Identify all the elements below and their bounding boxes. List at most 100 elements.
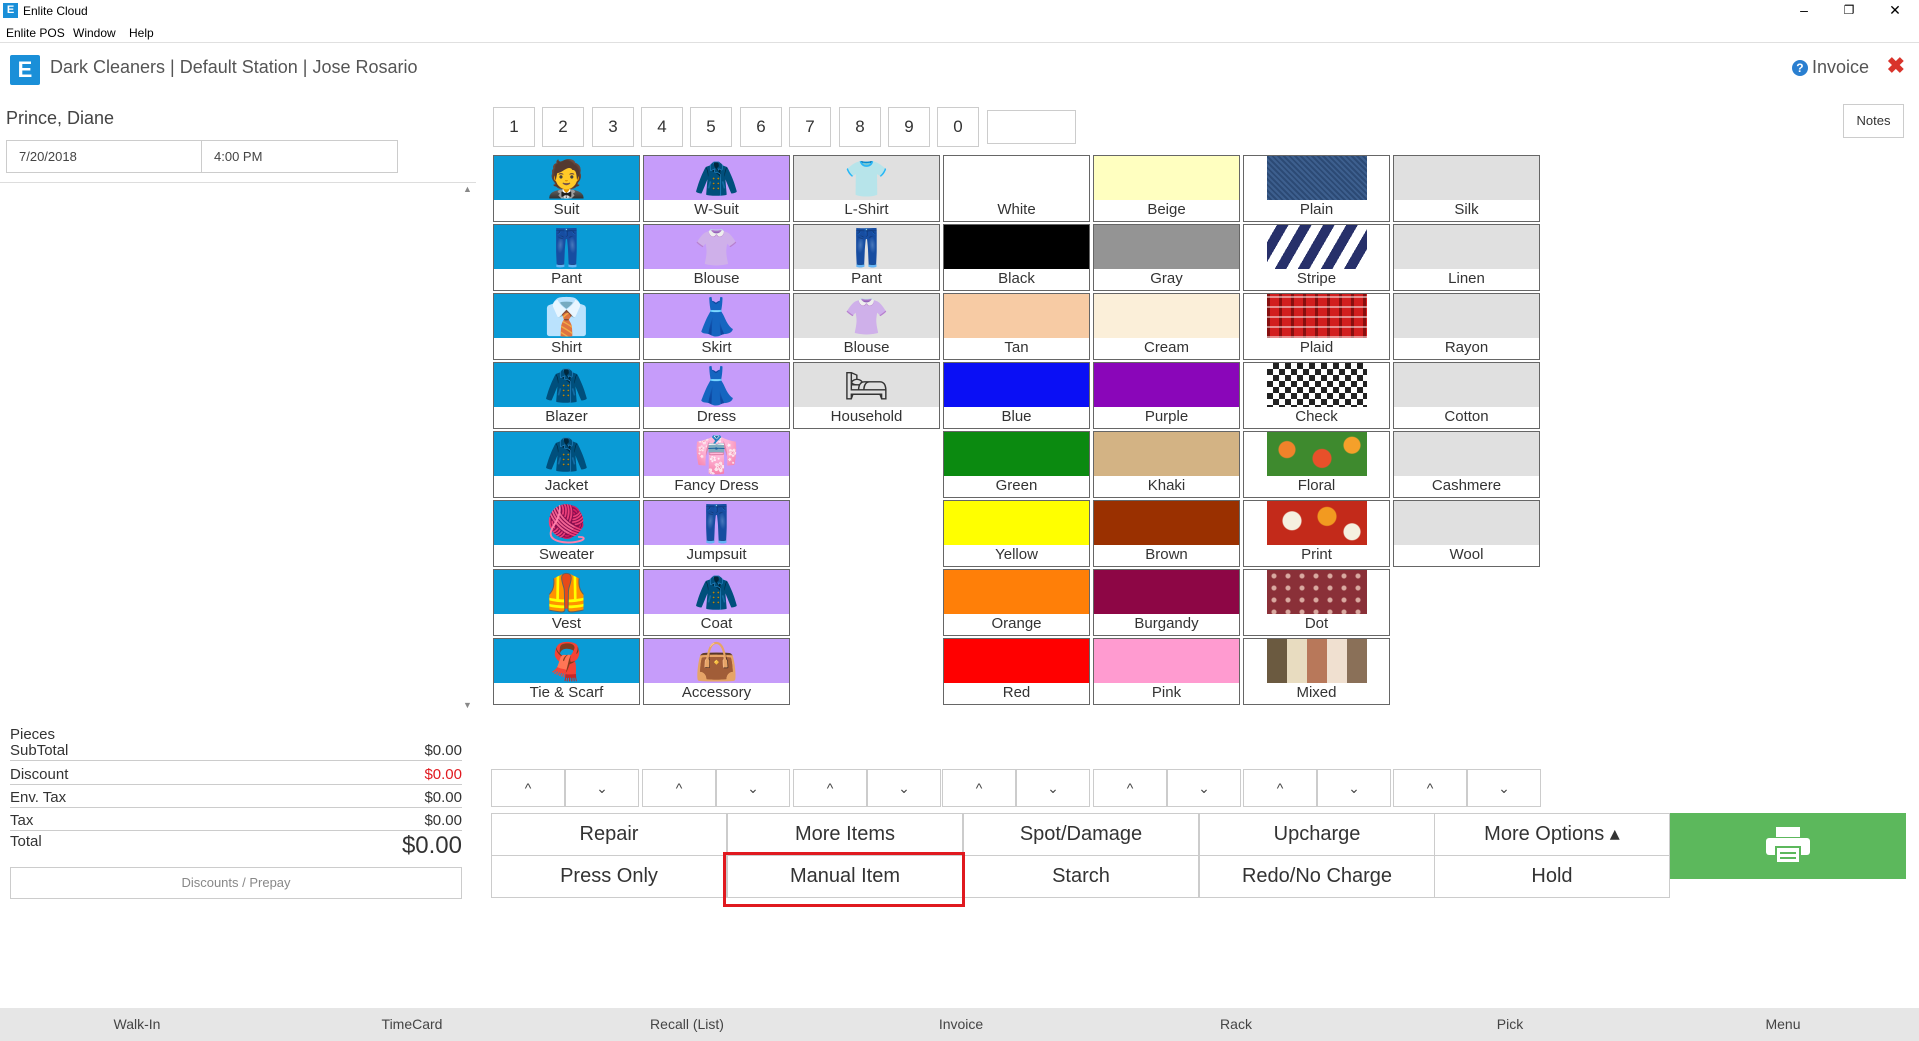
- col6-down-button[interactable]: ⌄: [1317, 769, 1391, 807]
- nav-timecard[interactable]: TimeCard: [342, 1016, 482, 1032]
- color-khaki-tile[interactable]: Khaki: [1093, 431, 1240, 498]
- garment-household-tile[interactable]: 🛏 Household: [793, 362, 940, 429]
- fabric-rayon-tile[interactable]: Rayon: [1393, 293, 1540, 360]
- repair-button[interactable]: Repair: [491, 813, 727, 856]
- key-2[interactable]: 2: [542, 107, 584, 147]
- col5-down-button[interactable]: ⌄: [1167, 769, 1241, 807]
- color-white-tile[interactable]: White: [943, 155, 1090, 222]
- scroll-up-icon[interactable]: ▲: [463, 184, 472, 194]
- color-blue-tile[interactable]: Blue: [943, 362, 1090, 429]
- col6-up-button[interactable]: ^: [1243, 769, 1317, 807]
- due-date-field[interactable]: 7/20/2018: [6, 140, 202, 173]
- garment-w-suit-tile[interactable]: 🧥 W-Suit: [643, 155, 790, 222]
- upcharge-button[interactable]: Upcharge: [1199, 813, 1435, 856]
- ticket-item-list[interactable]: [0, 182, 476, 716]
- list-scrollbar[interactable]: ▲ ▼: [460, 182, 476, 716]
- pattern-floral-tile[interactable]: Floral: [1243, 431, 1390, 498]
- menu-enlite-pos[interactable]: Enlite POS: [6, 26, 65, 40]
- nav-walk-in[interactable]: Walk-In: [67, 1016, 207, 1032]
- fabric-silk-tile[interactable]: Silk: [1393, 155, 1540, 222]
- garment-jumpsuit-tile[interactable]: 👖 Jumpsuit: [643, 500, 790, 567]
- garment-l-shirt-tile[interactable]: 👕 L-Shirt: [793, 155, 940, 222]
- fabric-linen-tile[interactable]: Linen: [1393, 224, 1540, 291]
- nav-rack[interactable]: Rack: [1166, 1016, 1306, 1032]
- nav-pick[interactable]: Pick: [1440, 1016, 1580, 1032]
- col1-up-button[interactable]: ^: [491, 769, 565, 807]
- pattern-check-tile[interactable]: Check: [1243, 362, 1390, 429]
- key-3[interactable]: 3: [592, 107, 634, 147]
- garment-shirt-tile[interactable]: 👔 Shirt: [493, 293, 640, 360]
- garment-tie-scarf-tile[interactable]: 🧣 Tie & Scarf: [493, 638, 640, 705]
- garment-fancy-dress-tile[interactable]: 👘 Fancy Dress: [643, 431, 790, 498]
- key-7[interactable]: 7: [789, 107, 831, 147]
- garment-blazer-tile[interactable]: 🧥 Blazer: [493, 362, 640, 429]
- pattern-mixed-tile[interactable]: Mixed: [1243, 638, 1390, 705]
- pattern-print-tile[interactable]: Print: [1243, 500, 1390, 567]
- garment-vest-tile[interactable]: 🦺 Vest: [493, 569, 640, 636]
- fabric-wool-tile[interactable]: Wool: [1393, 500, 1540, 567]
- minimize-button[interactable]: –: [1781, 0, 1827, 22]
- menu-help[interactable]: Help: [129, 26, 154, 40]
- garment-accessory-tile[interactable]: 👜 Accessory: [643, 638, 790, 705]
- col4-down-button[interactable]: ⌄: [1016, 769, 1090, 807]
- more-options-button[interactable]: More Options ▴: [1434, 813, 1670, 856]
- color-tan-tile[interactable]: Tan: [943, 293, 1090, 360]
- color-purple-tile[interactable]: Purple: [1093, 362, 1240, 429]
- garment-blouse2-tile[interactable]: 👚 Blouse: [793, 293, 940, 360]
- quantity-input[interactable]: [987, 110, 1076, 144]
- garment-pant-tile[interactable]: 👖 Pant: [493, 224, 640, 291]
- col7-down-button[interactable]: ⌄: [1467, 769, 1541, 807]
- color-black-tile[interactable]: Black: [943, 224, 1090, 291]
- col7-up-button[interactable]: ^: [1393, 769, 1467, 807]
- col2-down-button[interactable]: ⌄: [716, 769, 790, 807]
- redo-no-charge-button[interactable]: Redo/No Charge: [1199, 855, 1435, 898]
- color-orange-tile[interactable]: Orange: [943, 569, 1090, 636]
- discounts-prepay-button[interactable]: Discounts / Prepay: [10, 867, 462, 899]
- close-icon[interactable]: ✖: [1887, 53, 1905, 79]
- color-cream-tile[interactable]: Cream: [1093, 293, 1240, 360]
- color-pink-tile[interactable]: Pink: [1093, 638, 1240, 705]
- due-time-field[interactable]: 4:00 PM: [201, 140, 398, 173]
- color-green-tile[interactable]: Green: [943, 431, 1090, 498]
- pattern-stripe-tile[interactable]: Stripe: [1243, 224, 1390, 291]
- color-beige-tile[interactable]: Beige: [1093, 155, 1240, 222]
- garment-dress-tile[interactable]: 👗 Dress: [643, 362, 790, 429]
- notes-button[interactable]: Notes: [1843, 104, 1904, 138]
- garment-suit-tile[interactable]: 🤵 Suit: [493, 155, 640, 222]
- col2-up-button[interactable]: ^: [642, 769, 716, 807]
- col1-down-button[interactable]: ⌄: [565, 769, 639, 807]
- key-8[interactable]: 8: [839, 107, 881, 147]
- spot-damage-button[interactable]: Spot/Damage: [963, 813, 1199, 856]
- key-5[interactable]: 5: [690, 107, 732, 147]
- garment-jacket-tile[interactable]: 🧥 Jacket: [493, 431, 640, 498]
- scroll-down-icon[interactable]: ▼: [463, 700, 472, 710]
- press-only-button[interactable]: Press Only: [491, 855, 727, 898]
- col5-up-button[interactable]: ^: [1093, 769, 1167, 807]
- key-0[interactable]: 0: [937, 107, 979, 147]
- nav-recall-list[interactable]: Recall (List): [617, 1016, 757, 1032]
- color-gray-tile[interactable]: Gray: [1093, 224, 1240, 291]
- menu-window[interactable]: Window: [73, 26, 116, 40]
- hold-button[interactable]: Hold: [1434, 855, 1670, 898]
- garment-pant2-tile[interactable]: 👖 Pant: [793, 224, 940, 291]
- garment-skirt-tile[interactable]: 👗 Skirt: [643, 293, 790, 360]
- color-burgandy-tile[interactable]: Burgandy: [1093, 569, 1240, 636]
- garment-sweater-tile[interactable]: 🧶 Sweater: [493, 500, 640, 567]
- key-1[interactable]: 1: [493, 107, 535, 147]
- nav-invoice[interactable]: Invoice: [891, 1016, 1031, 1032]
- fabric-cotton-tile[interactable]: Cotton: [1393, 362, 1540, 429]
- pattern-plaid-tile[interactable]: Plaid: [1243, 293, 1390, 360]
- invoice-help-link[interactable]: ? Invoice: [1791, 57, 1869, 78]
- customer-name[interactable]: Prince, Diane: [6, 108, 114, 129]
- col3-up-button[interactable]: ^: [793, 769, 867, 807]
- color-brown-tile[interactable]: Brown: [1093, 500, 1240, 567]
- print-button[interactable]: [1670, 813, 1906, 879]
- fabric-cashmere-tile[interactable]: Cashmere: [1393, 431, 1540, 498]
- restore-button[interactable]: ❐: [1826, 0, 1872, 22]
- pattern-plain-tile[interactable]: Plain: [1243, 155, 1390, 222]
- color-red-tile[interactable]: Red: [943, 638, 1090, 705]
- key-9[interactable]: 9: [888, 107, 930, 147]
- col3-down-button[interactable]: ⌄: [867, 769, 941, 807]
- col4-up-button[interactable]: ^: [942, 769, 1016, 807]
- starch-button[interactable]: Starch: [963, 855, 1199, 898]
